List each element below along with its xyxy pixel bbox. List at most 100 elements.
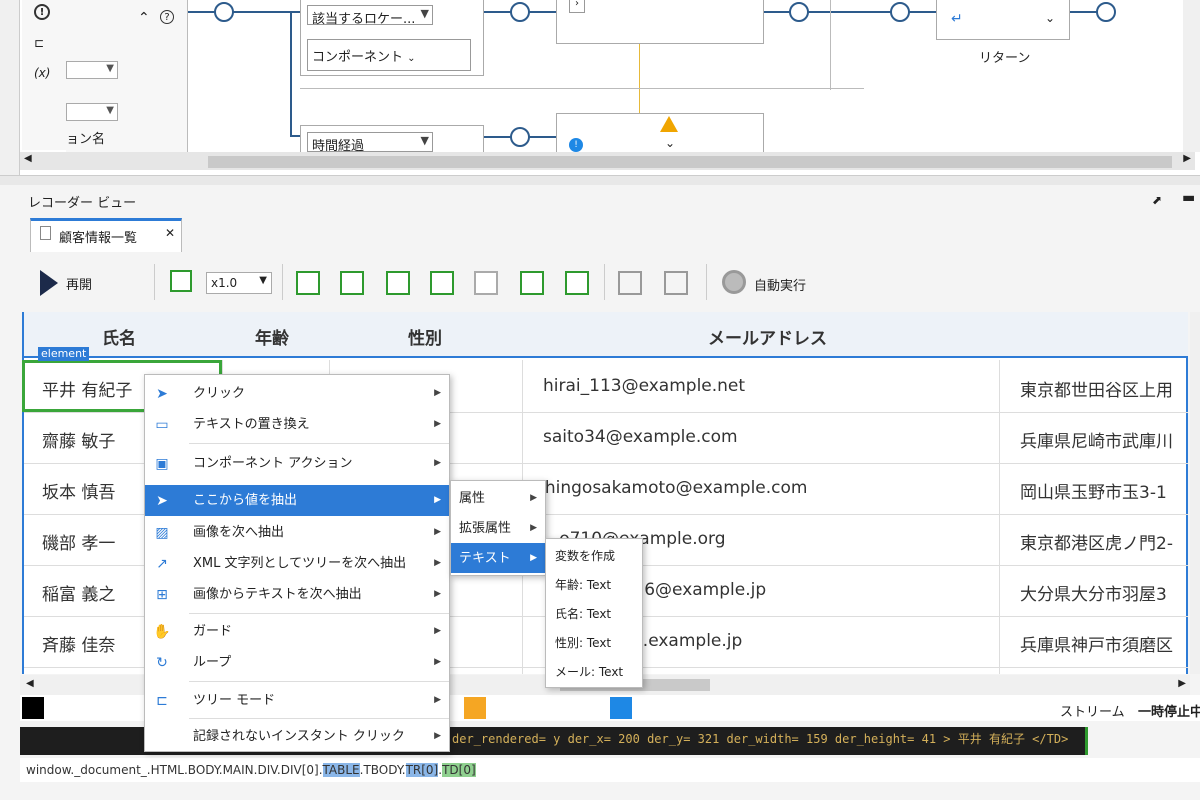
flow-node[interactable] bbox=[510, 2, 530, 22]
arrow-up-icon[interactable] bbox=[474, 271, 498, 295]
submenu-item-name[interactable]: 氏名: Text bbox=[546, 599, 642, 628]
property-select-1[interactable] bbox=[66, 61, 118, 79]
path-tr[interactable]: TR[0] bbox=[405, 763, 439, 777]
menu-item-instant-click[interactable]: 記録されないインスタント クリック ▶ bbox=[145, 721, 449, 752]
path-table[interactable]: TABLE bbox=[322, 763, 360, 777]
play-icon[interactable] bbox=[40, 270, 58, 296]
component-icon: ▣ bbox=[155, 456, 169, 472]
toolbar-separator bbox=[706, 264, 707, 300]
cell-name[interactable]: 稲富 義之 bbox=[42, 580, 115, 605]
chevron-down-icon[interactable]: ⌄ bbox=[665, 136, 675, 150]
tab-label: 顧客情報一覧 bbox=[59, 231, 138, 246]
tree-icon[interactable]: ⊏ bbox=[34, 36, 44, 50]
submenu-item-age[interactable]: 年齢: Text bbox=[546, 570, 642, 599]
extract-icon: ➤ bbox=[156, 493, 168, 509]
document-list-icon[interactable] bbox=[565, 271, 589, 295]
header-name: 氏名 bbox=[102, 329, 136, 349]
menu-item-extract-value[interactable]: ➤ ここから値を抽出 ▶ bbox=[145, 485, 449, 516]
auto-run-icon[interactable] bbox=[722, 270, 746, 294]
move-down-right-icon[interactable] bbox=[386, 271, 410, 295]
cell-address[interactable]: 大分県大分市羽屋3 bbox=[1020, 580, 1167, 605]
menu-item-tree-mode[interactable]: ⊏ ツリー モード ▶ bbox=[145, 685, 449, 716]
context-menu: ➤ クリック ▶ ▭ テキストの置き換え ▶ ▣ コンポーネント アクション ▶ ➤ ここから… bbox=[144, 374, 450, 752]
submenu-item-attribute[interactable]: 属性 ▶ bbox=[451, 483, 545, 513]
menu-item-extract-xml[interactable]: ↗ XML 文字列としてツリーを次へ抽出 ▶ bbox=[145, 548, 449, 579]
path-td[interactable]: TD[0] bbox=[442, 763, 476, 777]
move-up-left-icon[interactable] bbox=[296, 271, 320, 295]
submenu-item-gender[interactable]: 性別: Text bbox=[546, 628, 642, 657]
warning-icon bbox=[660, 116, 678, 132]
move-up-icon[interactable] bbox=[340, 271, 364, 295]
property-select-2[interactable] bbox=[66, 103, 118, 121]
cell-name[interactable]: 坂本 慎吾 bbox=[42, 478, 115, 503]
flow-icon-column: ! ⊏ (x) bbox=[22, 0, 66, 150]
cell-email[interactable]: ...example.jp bbox=[632, 631, 742, 651]
chevron-up-icon[interactable]: ⌃ bbox=[138, 10, 150, 26]
document-icon bbox=[40, 226, 51, 240]
submenu-item-email[interactable]: メール: Text bbox=[546, 657, 642, 686]
flow-node[interactable] bbox=[890, 2, 910, 22]
variable-icon[interactable]: (x) bbox=[34, 66, 50, 80]
loop-icon: ↻ bbox=[156, 655, 168, 671]
copy-out-icon[interactable] bbox=[618, 271, 642, 295]
flow-vertical-scrollbar[interactable] bbox=[1183, 0, 1200, 152]
cell-email[interactable]: shingosakamoto@example.com bbox=[536, 478, 807, 498]
cell-email[interactable]: hirai_113@example.net bbox=[543, 376, 745, 396]
element-label: element bbox=[38, 347, 90, 361]
menu-item-click[interactable]: ➤ クリック ▶ bbox=[145, 378, 449, 409]
cell-email[interactable]: saito34@example.com bbox=[543, 427, 738, 447]
submenu-item-extended-attribute[interactable]: 拡張属性 ▶ bbox=[451, 513, 545, 543]
cell-address[interactable]: 東京都港区虎ノ門2- bbox=[1020, 529, 1173, 554]
chevron-down-icon[interactable]: ⌄ bbox=[1045, 11, 1055, 25]
cell-name[interactable]: 齋藤 敏子 bbox=[42, 427, 115, 452]
info-icon[interactable]: ! bbox=[34, 4, 50, 20]
timeout-box: 時間経過 ▼ bbox=[300, 125, 484, 155]
step-back-icon[interactable] bbox=[170, 270, 192, 292]
cell-address[interactable]: 岡山県玉野市玉3-1 bbox=[1020, 478, 1167, 503]
arrow-down-icon[interactable] bbox=[520, 271, 544, 295]
cell-email[interactable]: ...6@example.jp bbox=[628, 580, 766, 600]
submenu-text: 変数を作成 年齢: Text 氏名: Text 性別: Text メール: Te… bbox=[545, 538, 643, 688]
flow-node[interactable] bbox=[1096, 2, 1116, 22]
menu-item-component-action[interactable]: ▣ コンポーネント アクション ▶ bbox=[145, 448, 449, 479]
flow-node[interactable] bbox=[214, 2, 234, 22]
panel-divider[interactable] bbox=[0, 175, 1200, 185]
time-select[interactable]: 時間経過 ▼ bbox=[307, 132, 433, 154]
page-vertical-scrollbar[interactable] bbox=[1190, 312, 1200, 674]
color-swatch-orange[interactable] bbox=[464, 697, 486, 719]
cell-address[interactable]: 東京都世田谷区上用 bbox=[1020, 376, 1173, 401]
locator-select[interactable]: 該当するロケー... ▼ bbox=[307, 5, 433, 27]
tab-customer-list[interactable]: 顧客情報一覧 ✕ bbox=[30, 218, 182, 252]
cell-name[interactable]: 斉藤 佳奈 bbox=[42, 631, 115, 656]
copy-in-icon[interactable] bbox=[664, 271, 688, 295]
color-swatch-blue[interactable] bbox=[610, 697, 632, 719]
menu-item-extract-image[interactable]: ▨ 画像を次へ抽出 ▶ bbox=[145, 517, 449, 548]
header-gender: 性別 bbox=[408, 329, 442, 349]
flow-node[interactable] bbox=[789, 2, 809, 22]
cell-address[interactable]: 兵庫県神戸市須磨区 bbox=[1020, 631, 1173, 656]
resume-button[interactable]: 再開 bbox=[66, 274, 92, 293]
flow-wire bbox=[290, 11, 292, 136]
speed-select[interactable]: x1.0 ▼ bbox=[206, 272, 272, 294]
expand-icon[interactable]: › bbox=[569, 0, 585, 13]
flow-node[interactable] bbox=[510, 127, 530, 147]
color-swatch-black[interactable] bbox=[22, 697, 44, 719]
header-email: メールアドレス bbox=[708, 329, 827, 349]
menu-item-guard[interactable]: ✋ ガード ▶ bbox=[145, 616, 449, 647]
text-replace-icon: ▭ bbox=[155, 417, 169, 433]
submenu-item-text[interactable]: テキスト ▶ bbox=[451, 543, 545, 573]
menu-item-loop[interactable]: ↻ ループ ▶ bbox=[145, 647, 449, 678]
help-icon[interactable]: ? bbox=[160, 10, 174, 24]
component-select[interactable]: コンポーネント ⌄ bbox=[307, 39, 471, 71]
move-down-icon[interactable] bbox=[430, 271, 454, 295]
popout-icon[interactable]: ⬈ bbox=[1152, 193, 1162, 207]
flow-scroll-thumb[interactable] bbox=[208, 156, 1172, 168]
close-icon[interactable]: ✕ bbox=[165, 226, 175, 240]
cell-address[interactable]: 兵庫県尼崎市武庫川 bbox=[1020, 427, 1173, 452]
auto-run-button[interactable]: 自動実行 bbox=[754, 275, 806, 294]
cell-name[interactable]: 磯部 孝一 bbox=[42, 529, 115, 554]
submenu-item-create-variable[interactable]: 変数を作成 bbox=[546, 541, 642, 570]
minimize-icon[interactable]: ▬ bbox=[1182, 190, 1195, 206]
menu-item-ocr[interactable]: ⊞ 画像からテキストを次へ抽出 ▶ bbox=[145, 579, 449, 610]
menu-item-replace-text[interactable]: ▭ テキストの置き換え ▶ bbox=[145, 409, 449, 440]
